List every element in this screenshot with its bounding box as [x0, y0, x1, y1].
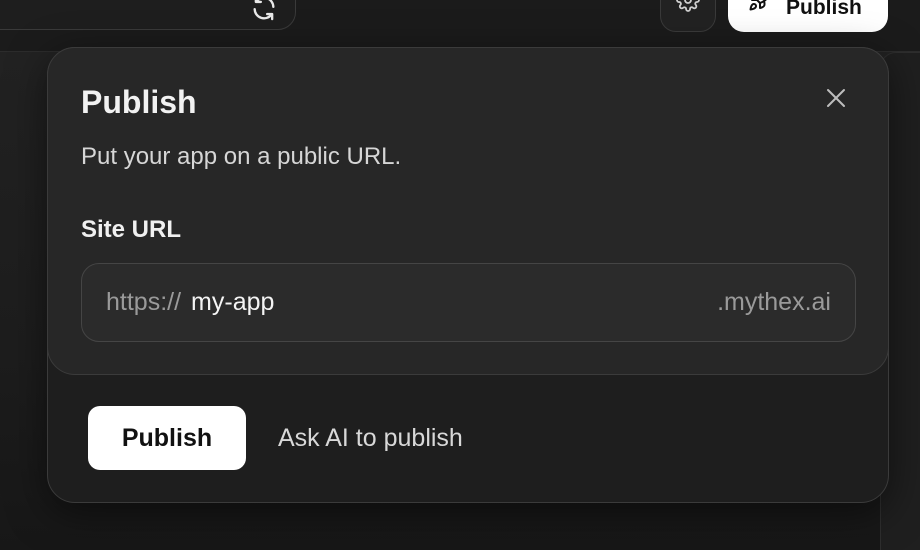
toolbar-publish-button[interactable]: Publish	[728, 0, 888, 32]
popover-header-panel: Publish Put your app on a public URL. Si…	[47, 47, 889, 375]
dialog-subtitle: Put your app on a public URL.	[81, 143, 402, 170]
close-icon	[824, 86, 848, 115]
site-url-label: Site URL	[81, 216, 182, 243]
url-prefix: https://	[106, 288, 182, 316]
ask-ai-to-publish-link[interactable]: Ask AI to publish	[278, 423, 463, 453]
url-suffix: .mythex.ai	[717, 288, 831, 316]
toolbar-publish-label: Publish	[786, 0, 862, 19]
rocket-icon	[748, 0, 772, 20]
close-button[interactable]	[820, 84, 852, 116]
gear-icon	[676, 0, 700, 17]
site-url-field[interactable]: https:// .mythex.ai	[81, 263, 856, 342]
publish-popover: Publish Put your app on a public URL. Si…	[47, 47, 889, 503]
site-url-input[interactable]	[191, 288, 718, 317]
refresh-icon[interactable]	[250, 0, 278, 22]
publish-button[interactable]: Publish	[88, 406, 246, 470]
settings-button[interactable]	[660, 0, 716, 32]
app-window: Publish Publish Put your app on a public…	[0, 0, 920, 550]
dialog-title: Publish	[81, 84, 197, 120]
